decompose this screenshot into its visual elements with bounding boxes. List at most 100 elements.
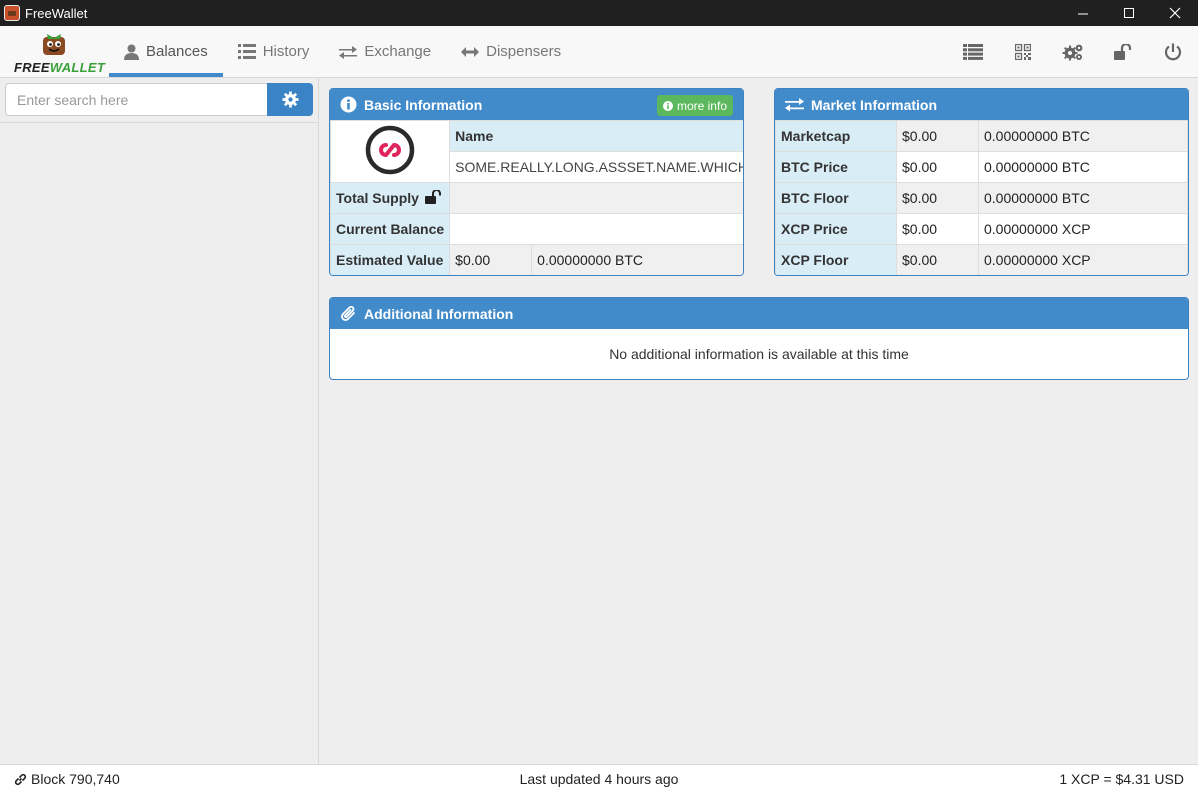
logo-text: FREEWALLET — [14, 60, 105, 75]
window-title: FreeWallet — [25, 5, 88, 21]
more-info-label: more info — [676, 98, 727, 113]
total-supply-label-text: Total Supply — [336, 190, 419, 206]
estimated-value-btc: 0.00000000 BTC — [531, 244, 743, 275]
market-row-crypto: 0.00000000 BTC — [978, 120, 1188, 152]
minimize-button[interactable] — [1060, 0, 1106, 26]
market-row-crypto: 0.00000000 XCP — [978, 213, 1188, 245]
tab-dispensers[interactable]: Dispensers — [446, 26, 576, 77]
unlock-icon — [424, 189, 441, 204]
navbar: FREEWALLET Balances History Exchange Dis… — [0, 26, 1198, 78]
asset-icon-cell — [330, 120, 451, 183]
info-circle-icon — [340, 96, 357, 113]
wallet-mascot-icon — [43, 34, 65, 55]
table-row: BTC Floor $0.00 0.00000000 BTC — [775, 182, 1188, 214]
market-row-label: XCP Price — [775, 213, 897, 245]
exchange-arrows-icon — [785, 98, 804, 112]
search-settings-button[interactable] — [267, 83, 313, 116]
basic-information-title: Basic Information — [364, 96, 483, 113]
market-row-label: Marketcap — [775, 120, 897, 152]
current-balance-label: Current Balance — [330, 213, 451, 245]
close-button[interactable] — [1152, 0, 1198, 26]
list-view-icon — [963, 43, 983, 60]
block-height-text: Block 790,740 — [31, 771, 120, 787]
tab-balances[interactable]: Balances — [109, 26, 223, 77]
main-tabs: Balances History Exchange Dispensers — [109, 26, 576, 77]
total-supply-label: Total Supply — [330, 182, 451, 214]
current-balance-value — [449, 213, 743, 245]
market-row-label: BTC Price — [775, 151, 897, 183]
additional-information-header: Additional Information — [330, 298, 1188, 329]
status-bar: Last updated 4 hours ago Block 790,740 1… — [0, 764, 1198, 793]
freewallet-logo[interactable]: FREEWALLET — [12, 30, 105, 75]
lock-wallet-button[interactable] — [1098, 26, 1148, 77]
sidebar — [0, 78, 319, 764]
additional-information-title: Additional Information — [364, 305, 514, 322]
market-information-header: Market Information — [775, 89, 1188, 120]
tab-balances-label: Balances — [146, 43, 208, 60]
settings-gears-icon — [1062, 44, 1083, 60]
double-arrow-icon — [461, 46, 480, 57]
market-row-usd: $0.00 — [896, 182, 979, 214]
block-height[interactable]: Block 790,740 — [14, 771, 120, 787]
qr-code-icon — [1015, 43, 1031, 60]
last-updated-text: Last updated 4 hours ago — [519, 771, 679, 787]
app-icon — [4, 5, 20, 21]
asset-name-value: SOME.REALLY.LONG.ASSSET.NAME.WHICH.S... — [449, 151, 743, 183]
basic-information-table: Name SOME.REALLY.LONG.ASSSET.NAME.WHICH.… — [330, 120, 743, 275]
market-row-crypto: 0.00000000 XCP — [978, 244, 1188, 275]
logo-text-wallet: WALLET — [49, 60, 106, 75]
total-supply-value — [449, 182, 743, 214]
tab-exchange[interactable]: Exchange — [324, 26, 446, 77]
paperclip-icon — [341, 305, 355, 321]
additional-information-message: No additional information is available a… — [609, 346, 909, 362]
close-icon — [1169, 7, 1181, 19]
market-information-panel: Market Information Marketcap $0.00 0.000… — [774, 88, 1189, 276]
estimated-value-usd: $0.00 — [449, 244, 533, 275]
asset-name-label: Name — [449, 120, 743, 152]
market-row-usd: $0.00 — [896, 213, 979, 245]
maximize-icon — [1123, 7, 1134, 18]
list-view-button[interactable] — [948, 26, 998, 77]
tab-history-label: History — [262, 43, 310, 60]
link-icon — [14, 773, 27, 785]
market-information-table: Marketcap $0.00 0.00000000 BTC BTC Price… — [775, 120, 1188, 275]
exchange-arrows-icon — [339, 45, 358, 59]
market-row-crypto: 0.00000000 BTC — [978, 151, 1188, 183]
market-row-usd: $0.00 — [896, 151, 979, 183]
search-input[interactable] — [5, 83, 267, 116]
market-information-title: Market Information — [811, 96, 938, 113]
tab-history[interactable]: History — [223, 26, 325, 77]
list-icon — [237, 44, 256, 59]
market-row-usd: $0.00 — [896, 244, 979, 275]
info-circle-icon — [662, 100, 673, 111]
basic-information-panel: Basic Information more info Name SOME.RE… — [329, 88, 744, 276]
xcp-rate-text: 1 XCP = $4.31 USD — [1059, 771, 1184, 787]
power-button[interactable] — [1148, 26, 1198, 77]
market-row-label: XCP Floor — [775, 244, 897, 275]
power-icon — [1164, 43, 1182, 60]
market-row-label: BTC Floor — [775, 182, 897, 214]
qr-code-button[interactable] — [998, 26, 1048, 77]
gear-icon — [281, 91, 299, 108]
settings-button[interactable] — [1048, 26, 1098, 77]
unlock-icon — [1114, 43, 1132, 60]
maximize-button[interactable] — [1106, 0, 1152, 26]
market-row-crypto: 0.00000000 BTC — [978, 182, 1188, 214]
table-row: Marketcap $0.00 0.00000000 BTC — [775, 120, 1188, 152]
title-bar: FreeWallet — [0, 0, 1198, 26]
market-row-usd: $0.00 — [896, 120, 979, 152]
more-info-button[interactable]: more info — [656, 95, 733, 116]
search-bar — [5, 83, 313, 116]
additional-information-panel: Additional Information No additional inf… — [329, 297, 1189, 380]
table-row: XCP Price $0.00 0.00000000 XCP — [775, 213, 1188, 245]
asset-logo-icon — [365, 125, 415, 175]
table-row: BTC Price $0.00 0.00000000 BTC — [775, 151, 1188, 183]
estimated-value-label: Estimated Value — [330, 244, 451, 275]
sidebar-divider — [0, 122, 318, 123]
toolbar-right — [948, 26, 1198, 77]
tab-exchange-label: Exchange — [364, 43, 432, 60]
window-controls — [1060, 0, 1198, 26]
minimize-icon — [1077, 13, 1088, 14]
logo-text-free: FREE — [14, 60, 50, 75]
tab-dispensers-label: Dispensers — [486, 43, 562, 60]
